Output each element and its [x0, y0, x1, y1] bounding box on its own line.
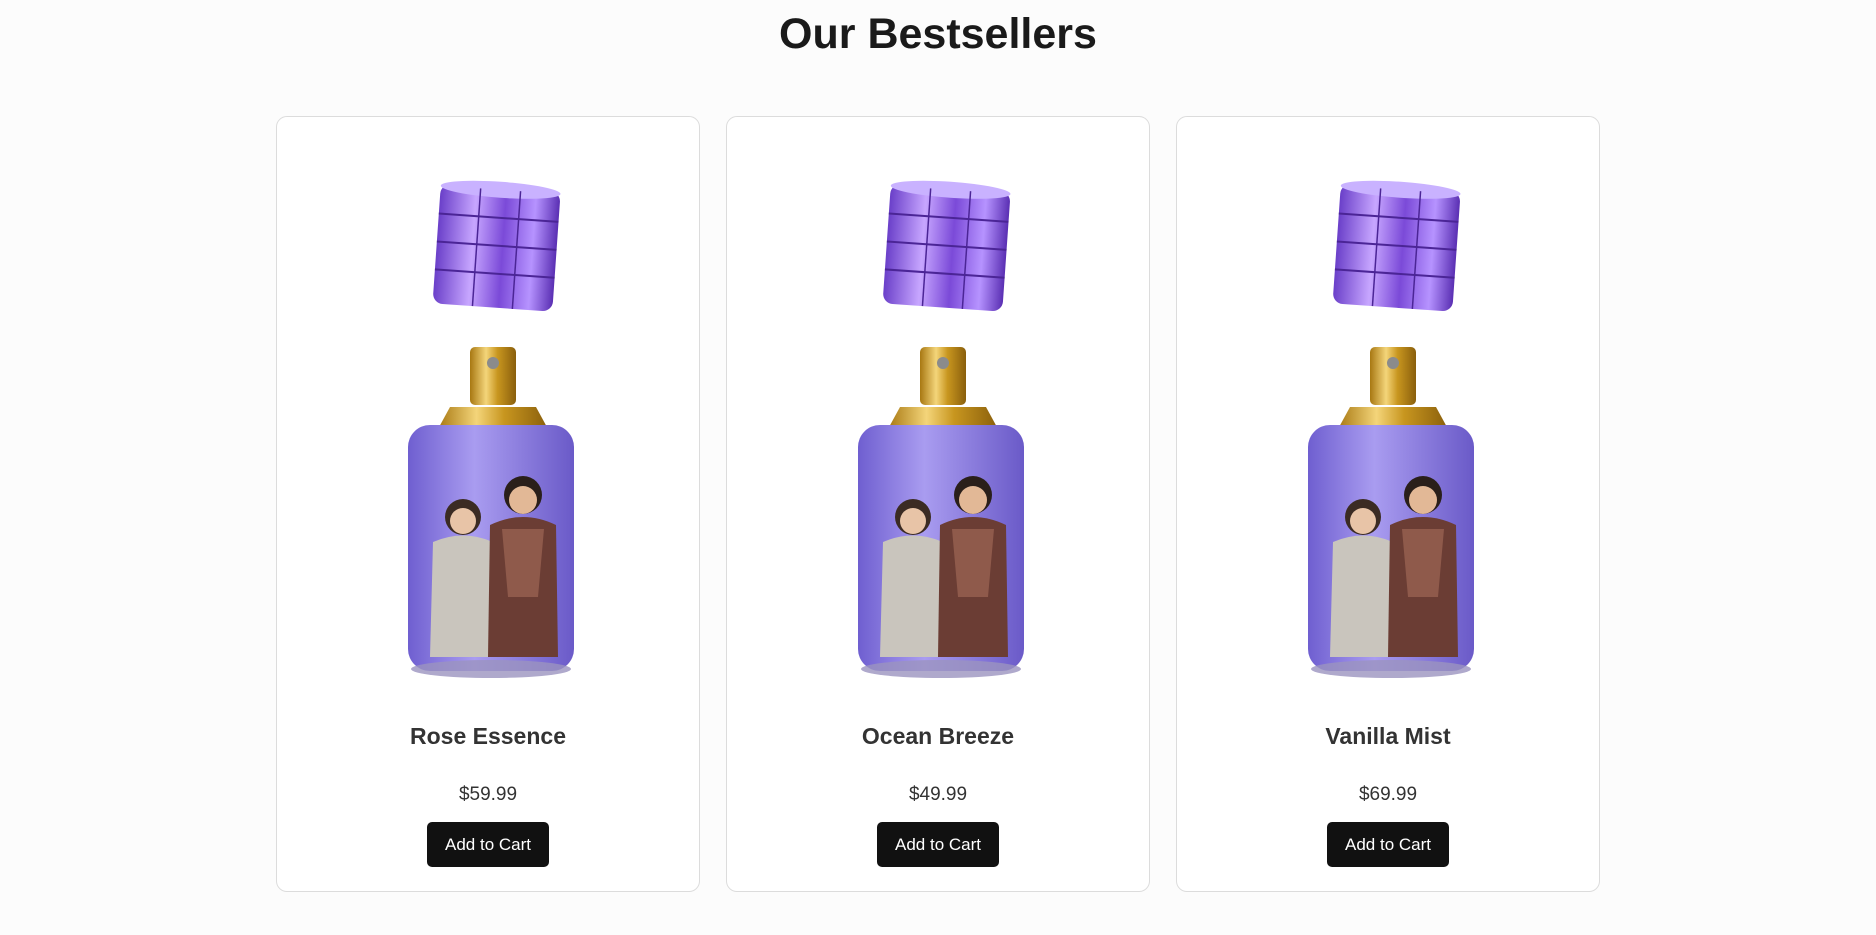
product-name: Ocean Breeze [861, 723, 1015, 749]
section-title: Our Bestsellers [779, 10, 1097, 58]
product-card: Rose Essence $59.99 Add to Cart [276, 116, 700, 892]
product-price: $59.99 [458, 784, 518, 805]
product-card: Vanilla Mist $69.99 Add to Cart [1176, 116, 1600, 892]
perfume-bottle-image[interactable] [828, 157, 1048, 802]
product-grid: Rose Essence $59.99 Add to Cart Ocean Br… [276, 116, 1600, 892]
perfume-bottle-image[interactable] [378, 157, 598, 802]
add-to-cart-button[interactable]: Add to Cart [1327, 822, 1449, 867]
product-price: $49.99 [908, 784, 968, 805]
product-name: Rose Essence [410, 723, 566, 749]
product-name: Vanilla Mist [1325, 723, 1451, 749]
product-card: Ocean Breeze $49.99 Add to Cart [726, 116, 1150, 892]
add-to-cart-button[interactable]: Add to Cart [877, 822, 999, 867]
perfume-bottle-image[interactable] [1278, 157, 1498, 802]
product-price: $69.99 [1358, 784, 1418, 805]
add-to-cart-button[interactable]: Add to Cart [427, 822, 549, 867]
